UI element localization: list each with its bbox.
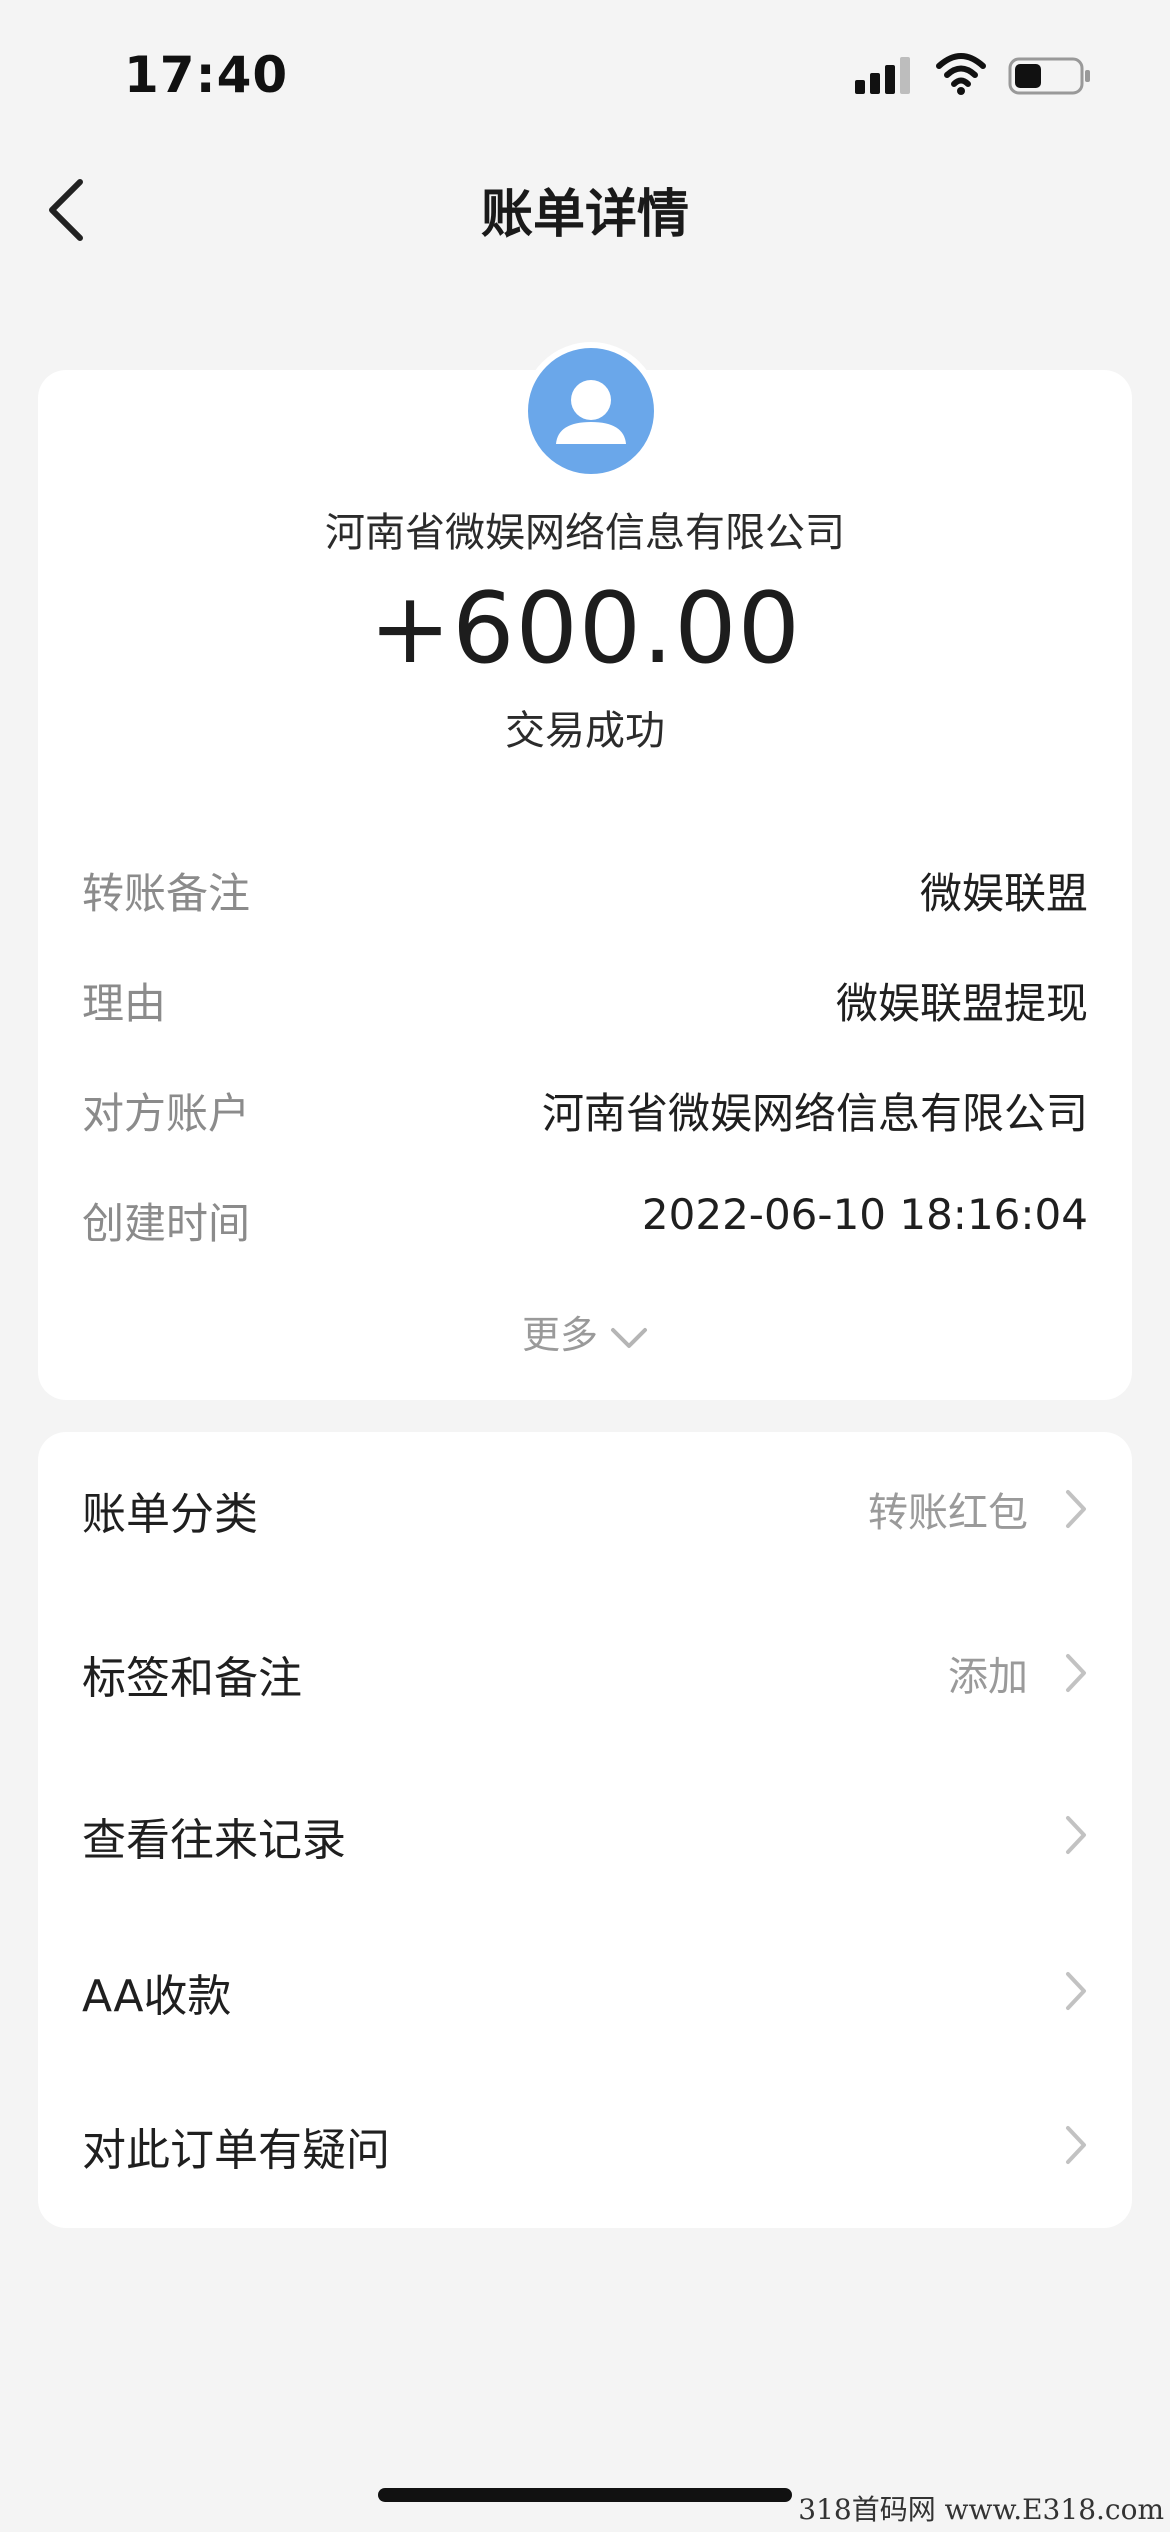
user-icon	[556, 380, 626, 444]
action-order-question[interactable]: 对此订单有疑问	[38, 2068, 1132, 2208]
chevron-right-icon	[1066, 2126, 1086, 2164]
detail-row-counterparty: 对方账户 河南省微娱网络信息有限公司	[82, 1080, 1088, 1144]
detail-row-created-time: 创建时间 2022-06-10 18:16:04	[82, 1190, 1088, 1254]
signal-icon	[855, 57, 910, 94]
action-label: 标签和备注	[82, 1653, 302, 1704]
detail-value: 微娱联盟提现	[835, 979, 1088, 1028]
detail-row-remark: 转账备注 微娱联盟	[82, 860, 1088, 924]
transaction-status: 交易成功	[505, 708, 665, 754]
battery-icon	[1008, 57, 1090, 95]
nav-bar: 账单详情	[0, 150, 1170, 270]
chevron-right-icon	[1066, 1490, 1086, 1528]
chevron-right-icon	[1066, 1654, 1086, 1692]
avatar	[522, 342, 660, 480]
action-label: 账单分类	[82, 1489, 258, 1540]
action-label: 对此订单有疑问	[82, 2125, 390, 2176]
action-value: 添加	[948, 1654, 1028, 1700]
action-value: 转账红包	[868, 1490, 1028, 1536]
detail-label: 对方账户	[82, 1089, 251, 1138]
action-aa-collect[interactable]: AA收款	[38, 1914, 1132, 2054]
chevron-right-icon	[1066, 1816, 1086, 1854]
watermark-text: 318首码网 www.E318.com	[798, 2493, 1164, 2526]
detail-label: 转账备注	[82, 869, 251, 918]
chevron-right-icon	[1066, 1972, 1086, 2010]
payee-name: 河南省微娱网络信息有限公司	[325, 510, 845, 556]
more-button[interactable]: 更多	[38, 1304, 1132, 1359]
chevron-down-icon	[611, 1327, 647, 1348]
detail-label: 创建时间	[82, 1199, 251, 1248]
home-indicator[interactable]	[378, 2488, 792, 2502]
action-label: AA收款	[82, 1971, 232, 2022]
action-tags-notes[interactable]: 标签和备注 添加	[38, 1596, 1132, 1736]
transaction-amount: +600.00	[368, 572, 802, 686]
page-title: 账单详情	[480, 185, 689, 245]
actions-card: 账单分类 转账红包 标签和备注 添加 查看往来记录 AA收款 对此订单有疑问	[38, 1432, 1132, 2228]
status-bar: 17:40	[0, 0, 1170, 150]
detail-value: 2022-06-10 18:16:04	[641, 1190, 1088, 1239]
status-time: 17:40	[124, 46, 289, 104]
detail-label: 理由	[82, 979, 167, 1028]
wifi-icon	[936, 53, 986, 95]
transaction-detail-card: 河南省微娱网络信息有限公司 +600.00 交易成功 转账备注 微娱联盟 理由 …	[38, 342, 1132, 1400]
detail-row-reason: 理由 微娱联盟提现	[82, 970, 1088, 1034]
detail-value: 微娱联盟	[919, 869, 1088, 918]
action-bill-category[interactable]: 账单分类 转账红包	[38, 1432, 1132, 1572]
more-label: 更多	[521, 1313, 598, 1357]
action-label: 查看往来记录	[82, 1815, 346, 1866]
action-view-history[interactable]: 查看往来记录	[38, 1758, 1132, 1898]
detail-value: 河南省微娱网络信息有限公司	[541, 1089, 1088, 1138]
